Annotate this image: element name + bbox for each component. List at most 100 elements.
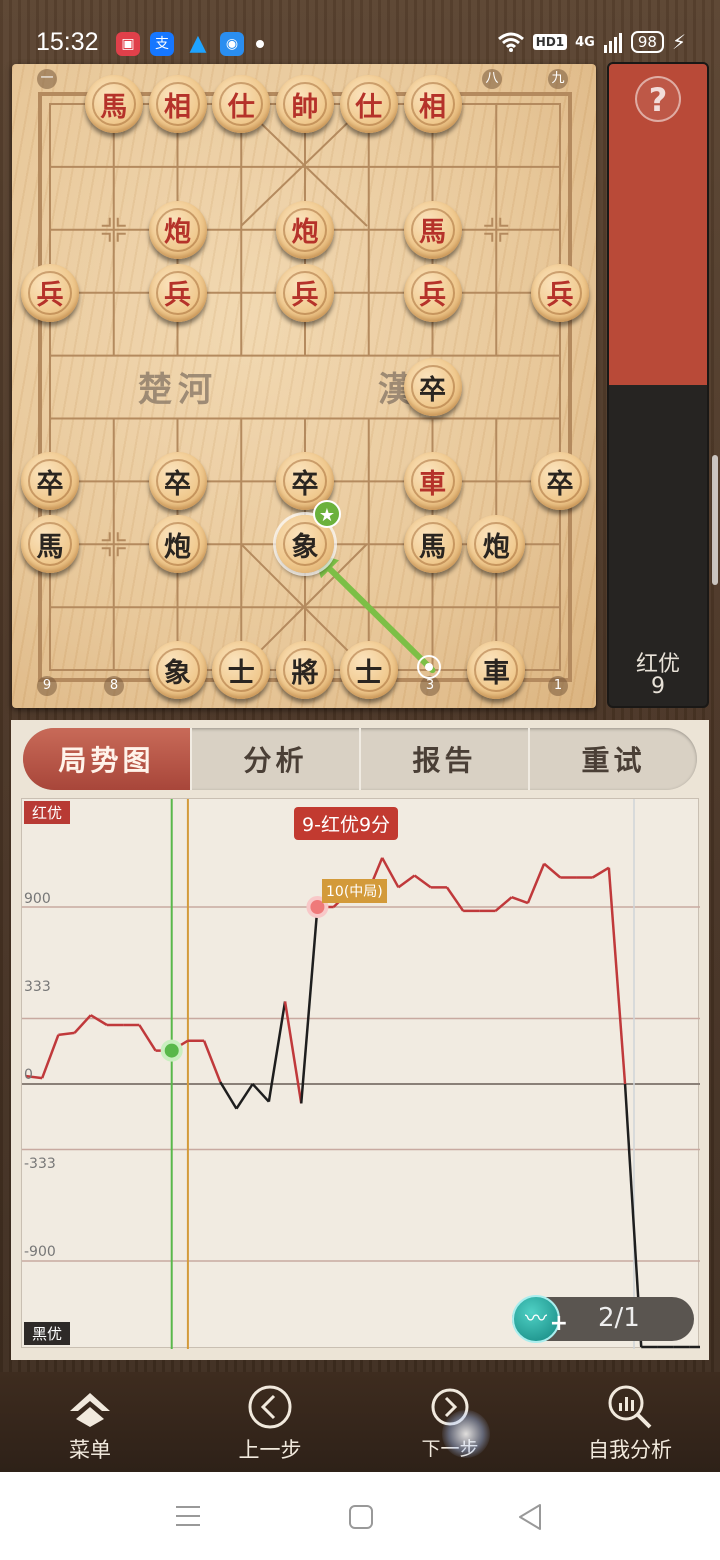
- eval-segment-7: [138, 1024, 157, 1052]
- piece-red-6[interactable]: 炮: [148, 200, 207, 259]
- piece-red-5[interactable]: 相: [403, 75, 462, 133]
- piece-red-0[interactable]: 馬: [84, 75, 143, 133]
- eval-segment-13: [235, 1083, 254, 1110]
- eval-segment-1: [41, 1034, 60, 1079]
- piece-black-26[interactable]: 士: [212, 641, 271, 700]
- phase-tag: 10(中局): [322, 879, 387, 903]
- eval-segment-4: [90, 1014, 108, 1027]
- eval-segment-24: [413, 874, 432, 889]
- tab-report[interactable]: 报告: [361, 728, 530, 790]
- eval-segment-16: [283, 1001, 303, 1104]
- tab-retry[interactable]: 重试: [530, 728, 697, 790]
- piece-black-23[interactable]: 馬: [403, 515, 462, 574]
- qq-app-icon: ▲: [189, 31, 207, 56]
- eval-segment-14: [251, 1083, 270, 1103]
- chess-board[interactable]: 一 八 九 9 8 3 1 楚河 漢界 馬相仕帥仕相炮炮馬兵兵兵兵兵卒卒卒卒車卒…: [12, 64, 596, 708]
- piece-black-20[interactable]: 馬: [21, 515, 79, 574]
- piece-black-14[interactable]: 卒: [403, 358, 462, 417]
- menu-chevron-icon: [70, 1393, 110, 1427]
- piece-label: 炮: [283, 207, 327, 252]
- tab-bar: 局势图 分析 报告 重试: [23, 728, 697, 790]
- system-navigation-bar: [0, 1472, 720, 1560]
- piece-label: 相: [410, 82, 455, 126]
- wifi-icon: [497, 32, 524, 52]
- piece-black-16[interactable]: 卒: [148, 452, 207, 511]
- piece-label: 將: [283, 648, 327, 693]
- tab-analysis[interactable]: 分析: [192, 728, 361, 790]
- y-tick-333: 333: [24, 979, 51, 995]
- black-advantage-tag: 黑优: [24, 1322, 71, 1345]
- board-grid: [38, 92, 572, 682]
- charging-icon: ⚡: [671, 30, 686, 54]
- eval-segment-11: [202, 1040, 222, 1083]
- tab-situation-chart[interactable]: 局势图: [23, 728, 192, 790]
- piece-label: 卒: [538, 459, 582, 504]
- piece-label: 兵: [538, 270, 582, 315]
- piece-label: 車: [410, 459, 455, 504]
- piece-black-27[interactable]: 將: [276, 641, 334, 700]
- red-advantage-tag: 红优: [24, 801, 71, 824]
- piece-label: 車: [474, 648, 519, 693]
- piece-red-18[interactable]: 車: [403, 452, 462, 511]
- browser-app-icon: ◉: [220, 32, 244, 56]
- piece-red-3[interactable]: 帥: [276, 75, 334, 133]
- eval-segment-2: [58, 1031, 75, 1037]
- coord-top-9: 九: [548, 69, 568, 89]
- status-bar: 15:32 ▣ 支 ▲ ◉ HD1 4G 98 ⚡: [0, 0, 720, 64]
- piece-red-7[interactable]: 炮: [276, 200, 334, 259]
- eval-segment-35: [592, 866, 610, 879]
- piece-black-29[interactable]: 車: [467, 641, 526, 700]
- piece-black-21[interactable]: 炮: [148, 515, 207, 574]
- y-tick-900: 900: [24, 891, 51, 907]
- piece-label: 炮: [155, 207, 200, 252]
- y-tick-minus-900: -900: [24, 1244, 56, 1260]
- piece-black-15[interactable]: 卒: [21, 452, 79, 511]
- next-step-glow: [442, 1410, 490, 1458]
- analysis-panel: 局势图 分析 报告 重试 红优 黑优 900 333 0 -333 -900 9…: [11, 720, 709, 1360]
- piece-red-12[interactable]: 兵: [403, 263, 462, 322]
- eval-segment-29: [494, 896, 513, 912]
- piece-red-11[interactable]: 兵: [276, 263, 334, 322]
- y-tick-minus-333: -333: [24, 1156, 56, 1172]
- piece-black-25[interactable]: 象: [148, 641, 207, 700]
- river-text-chu: 楚河: [138, 370, 218, 410]
- coord-bottom-8: 8: [104, 676, 124, 696]
- waveform-add-button[interactable]: 〰 +: [512, 1295, 568, 1343]
- counter-pill[interactable]: 〰 + 2/1: [512, 1295, 694, 1343]
- piece-black-28[interactable]: 士: [339, 641, 398, 700]
- piece-red-1[interactable]: 相: [148, 75, 207, 133]
- piece-label: 馬: [91, 82, 136, 126]
- piece-red-9[interactable]: 兵: [21, 263, 79, 322]
- current-move-tag: 9-红优9分: [294, 807, 399, 840]
- help-button[interactable]: ?: [635, 76, 681, 122]
- home-icon[interactable]: [348, 1504, 374, 1530]
- alipay-app-icon: 支: [150, 32, 174, 56]
- piece-label: 炮: [474, 522, 519, 567]
- scrollbar[interactable]: [712, 455, 718, 585]
- piece-black-19[interactable]: 卒: [531, 452, 589, 511]
- piece-red-4[interactable]: 仕: [339, 75, 398, 133]
- piece-red-10[interactable]: 兵: [148, 263, 207, 322]
- piece-label: 炮: [155, 522, 200, 567]
- piece-label: 兵: [155, 270, 200, 315]
- previous-step-button[interactable]: 上一步: [210, 1380, 330, 1464]
- network-label: 4G: [575, 34, 595, 50]
- self-analysis-button[interactable]: 自我分析: [570, 1380, 690, 1464]
- coord-top-8: 八: [482, 69, 502, 89]
- battery-indicator: 98: [630, 31, 664, 53]
- self-analysis-icon: [608, 1385, 652, 1429]
- recent-apps-icon[interactable]: [174, 1504, 202, 1528]
- piece-red-2[interactable]: 仕: [212, 75, 271, 133]
- current-move-point[interactable]: [160, 1039, 183, 1062]
- y-tick-0: 0: [24, 1067, 33, 1083]
- previous-step-label: 上一步: [238, 1438, 302, 1462]
- piece-red-8[interactable]: 馬: [403, 200, 462, 259]
- self-analysis-label: 自我分析: [588, 1438, 672, 1462]
- menu-button[interactable]: 菜单: [30, 1380, 150, 1464]
- eval-segment-30: [511, 895, 529, 905]
- piece-label: 帥: [283, 82, 327, 126]
- bottom-navigation: 菜单 上一步 下一步 自我分: [0, 1372, 720, 1472]
- back-icon[interactable]: [516, 1502, 544, 1532]
- piece-red-13[interactable]: 兵: [531, 263, 589, 322]
- evaluation-graph[interactable]: 红优 黑优 900 333 0 -333 -900 9-红优9分 10(中局) …: [21, 798, 700, 1349]
